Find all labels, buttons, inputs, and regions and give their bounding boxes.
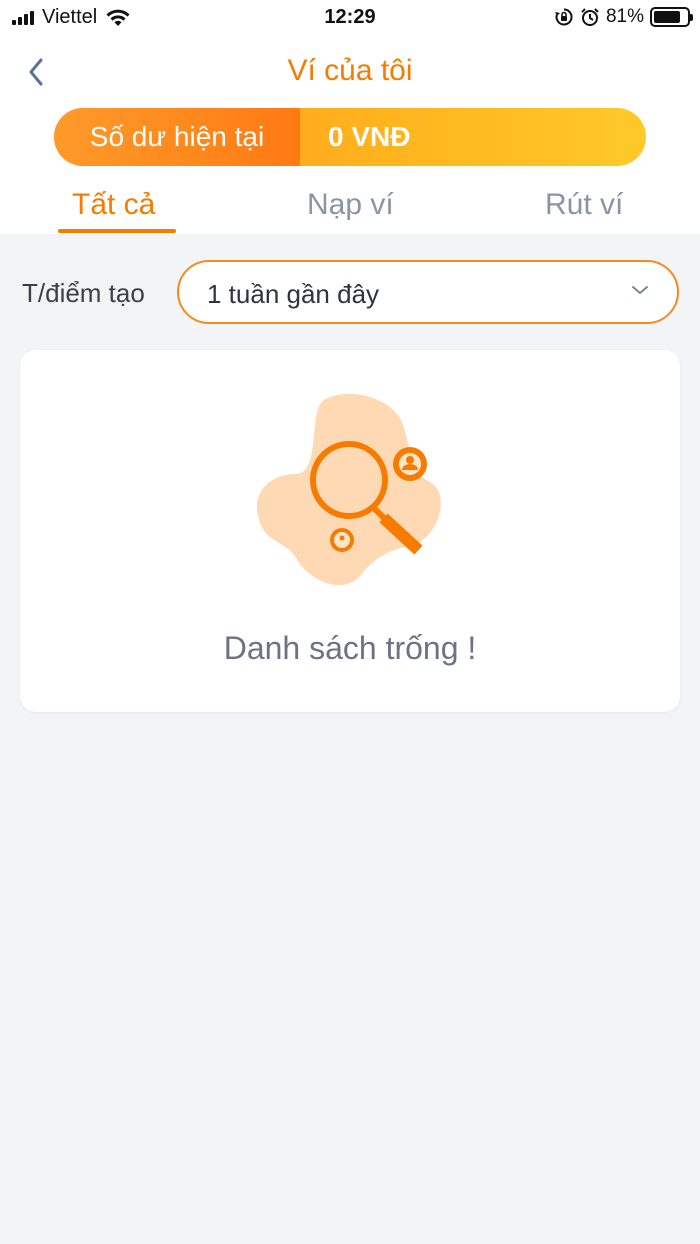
header: Ví của tôi <box>0 44 700 100</box>
battery-icon <box>650 7 693 27</box>
empty-state-card: Danh sách trống ! <box>20 350 680 712</box>
status-bar: Viettel 12:29 81% <box>0 0 700 36</box>
tab-deposit[interactable]: Nạp ví <box>307 188 394 222</box>
page-title: Ví của tôi <box>287 54 413 87</box>
time-filter-select[interactable]: 1 tuần gần đây <box>177 260 679 324</box>
battery-percent: 81% <box>605 6 644 27</box>
tab-bar: Tất cả Nạp ví Rút ví <box>0 182 700 234</box>
balance-bar: Số dư hiện tại 0 VNĐ <box>54 108 646 166</box>
empty-list-text: Danh sách trống ! <box>223 630 477 666</box>
tab-withdraw[interactable]: Rút ví <box>545 188 623 222</box>
chevron-down-icon <box>632 286 648 294</box>
orientation-lock-icon <box>554 8 573 26</box>
status-right: 81% <box>554 6 693 28</box>
active-tab-indicator <box>58 229 176 233</box>
balance-label: Số dư hiện tại <box>54 108 300 166</box>
tab-all[interactable]: Tất cả <box>72 188 155 222</box>
search-empty-illustration-icon <box>256 393 441 586</box>
filter-label: T/điểm tạo <box>22 278 145 308</box>
filter-selected-value: 1 tuần gần đây <box>207 279 380 309</box>
alarm-icon <box>581 8 599 26</box>
balance-value: 0 VNĐ <box>328 121 411 152</box>
